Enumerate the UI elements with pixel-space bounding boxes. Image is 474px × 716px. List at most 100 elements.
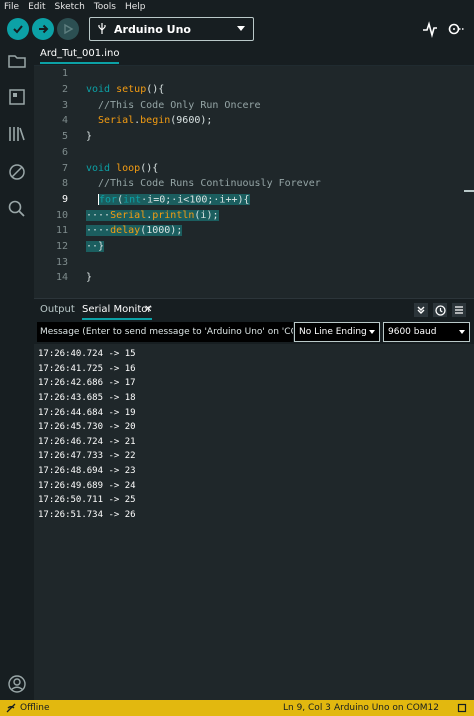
arrow-right-icon (39, 24, 49, 34)
cursor-position[interactable]: Ln 9, Col 3 (283, 703, 331, 713)
check-icon (13, 25, 23, 34)
editor-tab-bar: Ard_Tut_001.ino (34, 44, 474, 66)
output-line: 17:26:47.733 -> 22 (38, 451, 136, 462)
output-line: 17:26:49.689 -> 24 (38, 480, 136, 491)
baud-rate-value: 9600 baud (388, 327, 437, 337)
code-line: 12 ··} (34, 239, 474, 255)
line-number: 5 (61, 131, 68, 143)
code-text: Serial.begin(9600); (98, 115, 213, 127)
board-selector[interactable]: Arduino Uno (89, 17, 254, 41)
debug-icon (64, 23, 74, 35)
scrollbar-marker[interactable] (464, 190, 474, 192)
list-icon (455, 306, 463, 314)
serial-monitor-icon[interactable] (447, 20, 465, 38)
code-line: 14 } (34, 270, 474, 286)
output-line: 17:26:40.724 -> 15 (38, 349, 136, 360)
code-editor[interactable]: 1 2 void setup(){ 3 //This Code Only Run… (34, 66, 474, 298)
board-label: Arduino Uno (114, 22, 191, 36)
output-line: 17:26:48.694 -> 23 (38, 466, 136, 477)
tab-serial-monitor[interactable]: Serial Monitor (82, 304, 152, 320)
file-tab[interactable]: Ard_Tut_001.ino (40, 48, 120, 64)
code-comment: //This Code Only Run Oncere (98, 99, 261, 111)
menu-sketch[interactable]: Sketch (55, 2, 85, 12)
serial-plotter-icon[interactable] (421, 20, 439, 38)
line-number: 11 (55, 225, 68, 237)
menu-bar: File Edit Sketch Tools Help (0, 0, 474, 14)
connection-status: Offline (6, 703, 50, 713)
debug-disabled-icon[interactable] (7, 162, 27, 182)
line-number: 14 (55, 272, 68, 284)
output-line: 17:26:46.724 -> 21 (38, 436, 136, 447)
output-line: 17:26:45.730 -> 20 (38, 422, 136, 433)
code-text: } (86, 131, 93, 143)
line-number: 6 (61, 146, 68, 158)
code-text: void setup(){ (86, 84, 165, 96)
toolbar: Arduino Uno (0, 14, 474, 44)
line-number: 10 (55, 209, 68, 221)
menu-edit[interactable]: Edit (28, 2, 45, 12)
autoscroll-button[interactable] (414, 303, 428, 317)
chevron-down-icon (237, 26, 245, 31)
code-comment: //This Code Runs Continuously Forever (98, 178, 321, 190)
close-icon[interactable]: ✕ (144, 304, 152, 315)
menu-file[interactable]: File (4, 2, 19, 12)
verify-button[interactable] (7, 18, 29, 40)
output-line: 17:26:41.725 -> 16 (38, 363, 136, 374)
status-bar: Offline Ln 9, Col 3 Arduino Uno on COM12 (0, 700, 474, 716)
code-line: 1 (34, 66, 474, 82)
timestamp-button[interactable] (433, 303, 447, 317)
account-icon[interactable] (7, 674, 27, 694)
line-number: 7 (61, 162, 68, 174)
menu-help[interactable]: Help (125, 2, 146, 12)
upload-button[interactable] (32, 18, 54, 40)
usb-icon (98, 23, 106, 34)
code-text-selected: ····Serial.println(i); (86, 209, 219, 221)
line-number: 9 (61, 193, 68, 205)
code-line: 7 void loop(){ (34, 160, 474, 176)
baud-rate-select[interactable]: 9600 baud (383, 322, 470, 342)
message-input[interactable] (37, 322, 293, 342)
chevron-down-icon (369, 330, 375, 334)
code-line: 11 ····delay(1000); (34, 223, 474, 239)
code-line: 6 (34, 145, 474, 161)
code-text-selected: ··} (86, 241, 105, 253)
notification-icon[interactable] (457, 703, 467, 713)
search-icon[interactable] (7, 199, 27, 219)
output-line: 17:26:51.734 -> 26 (38, 509, 136, 520)
debug-button[interactable] (57, 18, 79, 40)
tab-output[interactable]: Output (40, 304, 75, 315)
board-port[interactable]: Arduino Uno on COM12 (334, 703, 439, 713)
code-text: } (86, 272, 93, 284)
code-line: 5 } (34, 129, 474, 145)
library-icon[interactable] (7, 124, 27, 144)
line-number: 13 (55, 256, 68, 268)
line-ending-value: No Line Ending (299, 327, 367, 337)
panel-tab-bar: Output Serial Monitor ✕ (34, 298, 474, 320)
code-line: 3 //This Code Only Run Oncere (34, 97, 474, 113)
line-number: 2 (61, 84, 68, 96)
output-line: 17:26:43.685 -> 18 (38, 393, 136, 404)
offline-icon (6, 703, 16, 713)
code-line: 13 (34, 254, 474, 270)
code-line: 4 Serial.begin(9600); (34, 113, 474, 129)
offline-label: Offline (20, 703, 50, 713)
serial-output[interactable]: 17:26:40.724 -> 15 17:26:41.725 -> 16 17… (34, 344, 474, 700)
code-text: void loop(){ (86, 162, 159, 174)
clear-output-button[interactable] (452, 303, 466, 317)
board-manager-icon[interactable] (7, 87, 27, 107)
double-chevron-down-icon (417, 306, 425, 314)
code-text-selected: ····delay(1000); (86, 225, 183, 237)
code-line-active: 9 for(int·i=0;·i<100;·i++){ (34, 192, 474, 208)
line-number: 12 (55, 241, 68, 253)
line-number: 4 (61, 115, 68, 127)
clock-icon (434, 304, 446, 316)
line-number: 3 (61, 99, 68, 111)
code-line: 2 void setup(){ (34, 82, 474, 98)
line-number: 1 (61, 68, 68, 80)
serial-input-bar: No Line Ending 9600 baud (34, 320, 474, 344)
menu-tools[interactable]: Tools (94, 2, 116, 12)
folder-icon[interactable] (7, 51, 27, 71)
output-line: 17:26:42.686 -> 17 (38, 378, 136, 389)
code-line: 8 //This Code Runs Continuously Forever (34, 176, 474, 192)
line-ending-select[interactable]: No Line Ending (294, 322, 380, 342)
